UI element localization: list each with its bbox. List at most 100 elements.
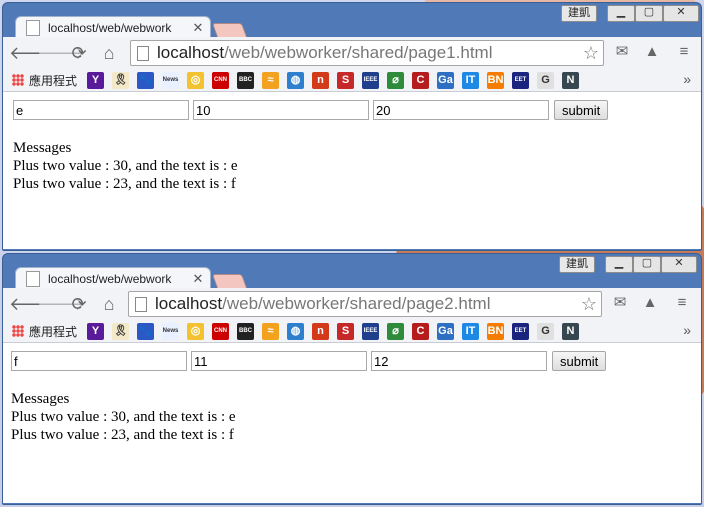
more-bookmarks-icon[interactable]: » [683,71,691,87]
address-bar[interactable]: localhost/web/webworker/shared/page1.htm… [130,40,604,66]
baidu-paw-icon[interactable]: 🐾 [137,322,155,340]
number-input-2[interactable] [371,351,547,371]
c-circle-icon[interactable]: C [412,322,430,340]
ribbon-icon[interactable]: 🎗 [112,322,130,340]
apps-label[interactable]: 應用程式 [29,72,77,89]
home-icon[interactable]: ⌂ [97,41,121,65]
titlebar: localhost/web/webwork ✕ 建凱 ▁ ▢ ✕ [3,254,701,291]
number-input-1[interactable] [191,351,367,371]
leaf-icon[interactable]: ⌀ [387,322,405,340]
n-italic-icon[interactable]: N [562,322,580,340]
url-host: localhost [155,294,223,313]
page-favicon-icon [26,20,40,36]
bookmark-star-icon[interactable]: ☆ [581,294,597,315]
flag-icon[interactable]: ≈ [262,322,280,340]
input-form: submit [11,351,607,371]
user-profile-button[interactable]: 建凱 [559,256,595,273]
close-tab-icon[interactable]: ✕ [190,271,206,287]
page-icon [137,45,149,61]
drive-extension-icon[interactable]: ▲ [643,43,661,61]
n-italic-icon[interactable]: N [562,71,580,89]
text-input[interactable] [11,351,187,371]
ieee-icon[interactable]: IEEE [362,71,380,89]
tab-title: localhost/web/webwork [48,272,172,286]
home-icon[interactable]: ⌂ [97,292,121,316]
c-circle-icon[interactable]: C [412,71,430,89]
address-bar[interactable]: localhost/web/webworker/shared/page2.htm… [128,291,602,317]
close-window-button[interactable]: ✕ [661,256,697,273]
maximize-button[interactable]: ▢ [635,5,663,22]
page-favicon-icon [26,271,40,287]
number-input-1[interactable] [193,100,369,120]
bn-icon[interactable]: BN [487,71,505,89]
messages-panel: Messages Plus two value : 30, and the te… [13,139,238,193]
url-path: /web/webworker/shared/page2.html [222,294,491,313]
bookmark-list: Y 🎗 🐾 News ◎ CNN BBC ≈ ◍ n S IEEE ⌀ C Ga IT BN EET G N [87,322,587,340]
it-icon[interactable]: IT [462,71,480,89]
reload-icon[interactable]: ⟳ [67,41,91,65]
browser-toolbar: 🡐 🡒 ⟳ ⌂ localhost/web/webworker/shared/p… [3,288,701,320]
n-circle-icon[interactable]: n [312,322,330,340]
menu-icon[interactable]: ≡ [675,43,693,61]
news-icon[interactable]: News [162,71,180,89]
apps-grid-icon[interactable] [12,74,24,86]
translate-icon[interactable]: G [537,71,555,89]
browser-tab[interactable]: localhost/web/webwork ✕ [15,267,211,290]
apps-grid-icon[interactable] [12,325,24,337]
chrome-circle-icon[interactable]: ◎ [187,322,205,340]
ga-icon[interactable]: Ga [437,71,455,89]
bbc-icon[interactable]: BBC [237,322,255,340]
more-bookmarks-icon[interactable]: » [683,322,691,338]
eet-icon[interactable]: EET [512,322,530,340]
translate-icon[interactable]: G [537,322,555,340]
n-circle-icon[interactable]: n [312,71,330,89]
forward-arrow-icon[interactable]: 🡒 [37,41,85,65]
forward-arrow-icon[interactable]: 🡒 [37,292,85,316]
menu-icon[interactable]: ≡ [673,294,691,312]
mail-extension-icon[interactable]: ✉ [613,43,631,61]
cnn-icon[interactable]: CNN [212,71,230,89]
apps-label[interactable]: 應用程式 [29,323,77,340]
close-tab-icon[interactable]: ✕ [190,20,206,36]
submit-button[interactable]: submit [552,351,607,371]
number-input-2[interactable] [373,100,549,120]
globe-icon[interactable]: ◍ [287,322,305,340]
user-profile-button[interactable]: 建凱 [561,5,597,22]
yahoo-icon[interactable]: Y [87,322,105,340]
minimize-button[interactable]: ▁ [605,256,633,273]
news-icon[interactable]: News [162,322,180,340]
browser-tab[interactable]: localhost/web/webwork ✕ [15,16,211,39]
leaf-icon[interactable]: ⌀ [387,71,405,89]
browser-window-1: localhost/web/webwork ✕ 建凱 ▁ ▢ ✕ 🡐 🡒 ⟳ ⌂… [2,2,702,251]
maximize-button[interactable]: ▢ [633,256,661,273]
ribbon-icon[interactable]: 🎗 [112,71,130,89]
baidu-paw-icon[interactable]: 🐾 [137,71,155,89]
yahoo-icon[interactable]: Y [87,71,105,89]
s-icon[interactable]: S [337,71,355,89]
tab-title: localhost/web/webwork [48,21,172,35]
eet-icon[interactable]: EET [512,71,530,89]
back-arrow-icon[interactable]: 🡐 [9,41,57,65]
message-line: Plus two value : 23, and the text is : f [11,427,234,443]
chrome-circle-icon[interactable]: ◎ [187,71,205,89]
bookmark-star-icon[interactable]: ☆ [583,43,599,64]
bbc-icon[interactable]: BBC [237,71,255,89]
mail-extension-icon[interactable]: ✉ [611,294,629,312]
ga-icon[interactable]: Ga [437,322,455,340]
flag-icon[interactable]: ≈ [262,71,280,89]
minimize-button[interactable]: ▁ [607,5,635,22]
close-window-button[interactable]: ✕ [663,5,699,22]
text-input[interactable] [13,100,189,120]
drive-extension-icon[interactable]: ▲ [641,294,659,312]
page-content: submit Messages Plus two value : 30, and… [3,343,701,503]
s-icon[interactable]: S [337,322,355,340]
back-arrow-icon[interactable]: 🡐 [9,292,57,316]
browser-window-2: localhost/web/webwork ✕ 建凱 ▁ ▢ ✕ 🡐 🡒 ⟳ ⌂… [2,253,702,505]
ieee-icon[interactable]: IEEE [362,322,380,340]
it-icon[interactable]: IT [462,322,480,340]
submit-button[interactable]: submit [554,100,609,120]
globe-icon[interactable]: ◍ [287,71,305,89]
reload-icon[interactable]: ⟳ [67,292,91,316]
bn-icon[interactable]: BN [487,322,505,340]
cnn-icon[interactable]: CNN [212,322,230,340]
